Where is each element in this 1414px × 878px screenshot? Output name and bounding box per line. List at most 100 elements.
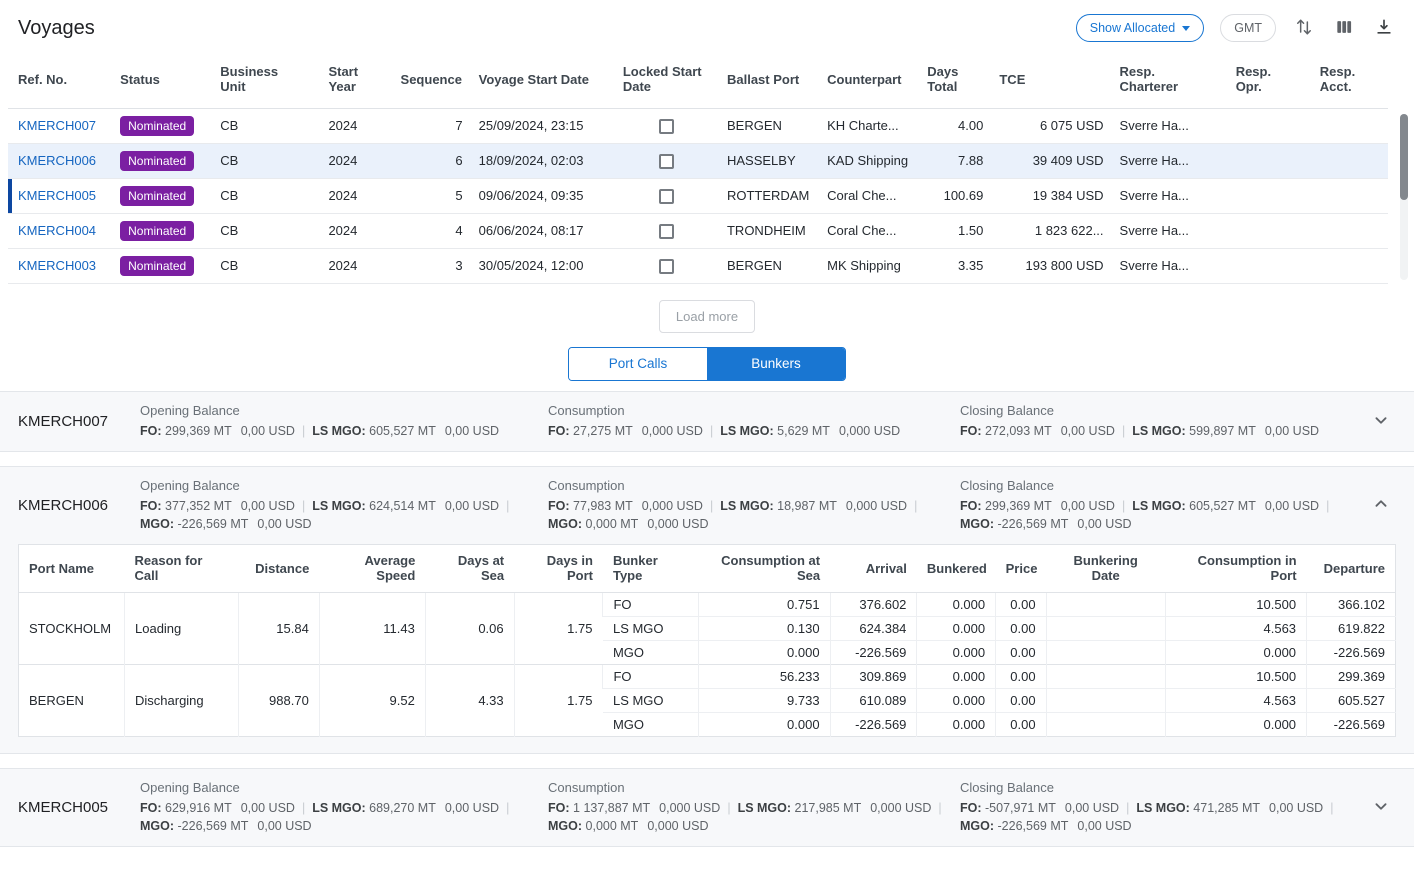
col-price: Price xyxy=(996,544,1046,592)
opening-balance-group: Opening Balance FO: 377,352 MT0,00 USDLS… xyxy=(140,478,548,533)
separator xyxy=(302,499,305,513)
balance-item: MGO: -226,569 MT0,00 USD xyxy=(960,517,1132,531)
cell-resp-charterer: Sverre Ha... xyxy=(1112,108,1228,143)
cell-tce: 1 823 622... xyxy=(991,213,1111,248)
sort-button[interactable] xyxy=(1292,15,1316,42)
cell-consumption-in-port: 10.500 xyxy=(1165,592,1306,616)
cell-sequence: 7 xyxy=(393,108,471,143)
col-port-name: Port Name xyxy=(19,544,125,592)
cell-consumption-in-port: 0.000 xyxy=(1165,640,1306,664)
col-average-speed: Average Speed xyxy=(319,544,425,592)
columns-button[interactable] xyxy=(1332,15,1356,42)
cell-ballast-port: ROTTERDAM xyxy=(719,178,819,213)
col-arrival: Arrival xyxy=(830,544,917,592)
cell-resp-acct xyxy=(1312,213,1388,248)
consumption-label: Consumption xyxy=(548,403,944,418)
cell-days-at-sea: 4.33 xyxy=(425,664,514,736)
vertical-scrollbar[interactable] xyxy=(1400,114,1408,280)
cell-sequence: 5 xyxy=(393,178,471,213)
locked-start-date-checkbox[interactable] xyxy=(659,154,674,169)
voyage-ref-link[interactable]: KMERCH004 xyxy=(18,223,96,238)
cell-consumption-at-sea: 0.130 xyxy=(699,616,830,640)
cell-counterpart: KH Charte... xyxy=(819,108,919,143)
col-consumption-at-sea: Consumption at Sea xyxy=(699,544,830,592)
download-button[interactable] xyxy=(1372,15,1396,42)
cell-start-year: 2024 xyxy=(320,143,392,178)
cell-locked-start-date xyxy=(615,143,719,178)
separator xyxy=(1126,801,1129,815)
table-row[interactable]: KMERCH007 Nominated CB 2024 7 25/09/2024… xyxy=(8,108,1388,143)
table-row[interactable]: KMERCH004 Nominated CB 2024 4 06/06/2024… xyxy=(8,213,1388,248)
cell-departure: 605.527 xyxy=(1307,688,1396,712)
load-more-button[interactable]: Load more xyxy=(659,300,755,333)
locked-start-date-checkbox[interactable] xyxy=(659,224,674,239)
bunker-panel-header[interactable]: KMERCH005 Opening Balance FO: 629,916 MT… xyxy=(0,769,1414,846)
cell-voyage-start-date: 30/05/2024, 12:00 xyxy=(471,248,615,283)
locked-start-date-checkbox[interactable] xyxy=(659,119,674,134)
tab-port-calls[interactable]: Port Calls xyxy=(569,348,707,380)
col-resp-acct: Resp. Acct. xyxy=(1312,50,1388,108)
cell-departure: 299.369 xyxy=(1307,664,1396,688)
locked-start-date-checkbox[interactable] xyxy=(659,259,674,274)
bunker-header-row: Port Name Reason for Call Distance Avera… xyxy=(19,544,1396,592)
balance-item: FO: 27,275 MT0,000 USD xyxy=(548,424,703,438)
cell-bunkered: 0.000 xyxy=(917,664,996,688)
col-tce: TCE xyxy=(991,50,1111,108)
separator xyxy=(1122,499,1125,513)
cell-days-at-sea: 0.06 xyxy=(425,592,514,664)
col-bunker-type: Bunker Type xyxy=(603,544,699,592)
col-start-year: Start Year xyxy=(320,50,392,108)
gmt-button[interactable]: GMT xyxy=(1220,14,1276,42)
voyage-ref-link[interactable]: KMERCH003 xyxy=(18,258,96,273)
locked-start-date-checkbox[interactable] xyxy=(659,189,674,204)
show-allocated-label: Show Allocated xyxy=(1090,21,1175,35)
col-counterpart: Counterpart xyxy=(819,50,919,108)
panel-voyage-id: KMERCH006 xyxy=(18,497,140,514)
cell-bunkered: 0.000 xyxy=(917,592,996,616)
voyage-ref-link[interactable]: KMERCH007 xyxy=(18,118,96,133)
consumption-group: Consumption FO: 1 137,887 MT0,000 USDLS … xyxy=(548,780,960,835)
col-status: Status xyxy=(112,50,212,108)
cell-business-unit: CB xyxy=(212,108,320,143)
cell-business-unit: CB xyxy=(212,143,320,178)
cell-ballast-port: TRONDHEIM xyxy=(719,213,819,248)
balance-item: LS MGO: 689,270 MT0,00 USD xyxy=(312,801,499,815)
cell-resp-charterer: Sverre Ha... xyxy=(1112,143,1228,178)
cell-ref: KMERCH006 xyxy=(8,143,112,178)
voyage-ref-link[interactable]: KMERCH005 xyxy=(18,188,96,203)
separator xyxy=(938,801,941,815)
bunker-panel-header[interactable]: KMERCH006 Opening Balance FO: 377,352 MT… xyxy=(0,467,1414,544)
tab-bunkers[interactable]: Bunkers xyxy=(707,348,845,380)
bunker-panel-kmerch005: KMERCH005 Opening Balance FO: 629,916 MT… xyxy=(0,768,1414,847)
voyage-ref-link[interactable]: KMERCH006 xyxy=(18,153,96,168)
show-allocated-dropdown[interactable]: Show Allocated xyxy=(1076,14,1204,42)
expand-button[interactable] xyxy=(1366,405,1396,438)
cell-days-in-port: 1.75 xyxy=(514,592,603,664)
closing-balance-label: Closing Balance xyxy=(960,403,1342,418)
cell-bunkering-date xyxy=(1046,616,1165,640)
scrollbar-thumb[interactable] xyxy=(1400,114,1408,200)
balance-item: FO: 1 137,887 MT0,000 USD xyxy=(548,801,720,815)
status-badge: Nominated xyxy=(120,116,194,136)
cell-start-year: 2024 xyxy=(320,213,392,248)
table-row[interactable]: KMERCH005 Nominated CB 2024 5 09/06/2024… xyxy=(8,178,1388,213)
bunker-panel-body: Port Name Reason for Call Distance Avera… xyxy=(0,544,1414,753)
cell-voyage-start-date: 06/06/2024, 08:17 xyxy=(471,213,615,248)
separator xyxy=(506,801,509,815)
closing-balance-group: Closing Balance FO: 272,093 MT0,00 USDLS… xyxy=(960,403,1358,440)
cell-business-unit: CB xyxy=(212,178,320,213)
cell-days-total: 3.35 xyxy=(919,248,991,283)
cell-reason: Loading xyxy=(125,592,239,664)
expand-button[interactable] xyxy=(1366,791,1396,824)
balance-item: FO: 629,916 MT0,00 USD xyxy=(140,801,295,815)
cell-days-total: 7.88 xyxy=(919,143,991,178)
col-resp-opr: Resp. Opr. xyxy=(1228,50,1312,108)
table-row[interactable]: KMERCH006 Nominated CB 2024 6 18/09/2024… xyxy=(8,143,1388,178)
table-header-row: Ref. No. Status Business Unit Start Year… xyxy=(8,50,1388,108)
bunker-panel-header[interactable]: KMERCH007 Opening Balance FO: 299,369 MT… xyxy=(0,392,1414,451)
collapse-button[interactable] xyxy=(1366,489,1396,522)
col-locked-start-date: Locked Start Date xyxy=(615,50,719,108)
cell-arrival: 610.089 xyxy=(830,688,917,712)
table-row[interactable]: KMERCH003 Nominated CB 2024 3 30/05/2024… xyxy=(8,248,1388,283)
col-distance: Distance xyxy=(239,544,320,592)
